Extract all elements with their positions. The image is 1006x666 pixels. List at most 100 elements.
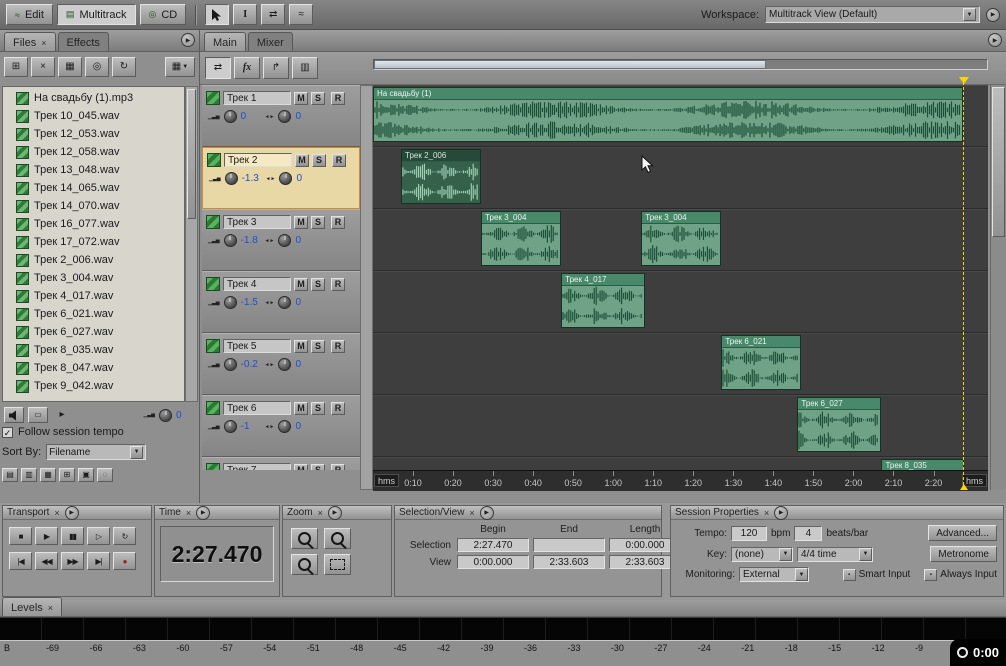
audio-clip[interactable]: На свадьбу (1)	[373, 87, 963, 142]
always-input-toggle[interactable]: ▪	[924, 569, 937, 581]
record-arm-button[interactable]: R	[331, 464, 345, 471]
solo-button[interactable]: S	[311, 340, 325, 353]
close-icon[interactable]: ×	[48, 603, 53, 613]
track-name-field[interactable]: Трек 7	[223, 463, 291, 470]
stop-button[interactable]: ■	[9, 527, 32, 545]
file-list-item[interactable]: На свадьбу (1).mp3	[3, 89, 184, 107]
zoom-in-horizontal-button[interactable]	[291, 528, 318, 549]
solo-button[interactable]: S	[311, 216, 325, 229]
scrollbar-thumb[interactable]	[992, 87, 1005, 237]
follow-tempo-checkbox[interactable]: ✓	[2, 427, 13, 438]
scrollbar-thumb[interactable]	[187, 89, 196, 219]
session-properties-menu-button[interactable]: ▶	[774, 506, 788, 520]
file-list-item[interactable]: Трек 2_006.wav	[3, 251, 184, 269]
smart-input-toggle[interactable]: ▪	[843, 569, 856, 581]
go-to-end-button[interactable]: ▶|	[87, 552, 110, 570]
volume-knob[interactable]	[225, 172, 238, 185]
meters-button[interactable]: ▥	[292, 57, 318, 79]
file-list[interactable]: На свадьбу (1).mp3Трек 10_045.wavТрек 12…	[2, 86, 185, 402]
audio-clip[interactable]: Трек 4_017	[561, 273, 645, 328]
track-name-field[interactable]: Трек 3	[223, 215, 291, 229]
record-arm-button[interactable]: R	[332, 154, 346, 167]
tab-effects[interactable]: Effects	[58, 32, 109, 51]
beats-per-bar-field[interactable]: 4	[794, 526, 822, 541]
show-file-types-button[interactable]: ▤	[2, 468, 18, 482]
track-name-field[interactable]: Трек 5	[223, 339, 291, 353]
record-arm-button[interactable]: R	[331, 278, 345, 291]
close-icon[interactable]: ×	[318, 508, 323, 518]
audio-clip[interactable]: Трек 3_004	[481, 211, 561, 266]
tempo-field[interactable]: 120	[731, 526, 767, 541]
fx-button[interactable]: fx	[234, 57, 260, 79]
solo-button[interactable]: S	[311, 92, 325, 105]
play-button[interactable]: ▶	[35, 527, 58, 545]
pan-knob[interactable]	[278, 234, 291, 247]
volume-knob[interactable]	[224, 296, 237, 309]
edit-file-button[interactable]: ↻	[112, 57, 136, 77]
refresh-list-button[interactable]: ◌	[97, 468, 113, 482]
advanced-button[interactable]: Advanced...	[928, 525, 997, 541]
timeline[interactable]: На свадьбу (1)Трек 2_006Трек 3_004Трек 3…	[373, 85, 988, 470]
workspace-select[interactable]: Multitrack View (Default) ▼	[765, 6, 980, 23]
import-file-button[interactable]: ⊞	[4, 57, 28, 77]
chevron-down-icon[interactable]: ▼	[795, 568, 808, 581]
time-selection-tool-button[interactable]: I	[233, 4, 257, 25]
file-list-item[interactable]: Трек 12_058.wav	[3, 143, 184, 161]
zoom-to-selection-button[interactable]	[324, 554, 351, 575]
multitrack-view-button[interactable]: ▤ Multitrack	[57, 4, 136, 25]
record-arm-button[interactable]: R	[331, 92, 345, 105]
file-list-item[interactable]: Трек 14_070.wav	[3, 197, 184, 215]
chevron-down-icon[interactable]: ▼	[859, 548, 872, 561]
close-icon[interactable]: ×	[186, 508, 191, 518]
pan-knob[interactable]	[279, 172, 292, 185]
routing-button[interactable]: ↱	[263, 57, 289, 79]
close-icon[interactable]: ×	[41, 38, 46, 48]
chevron-down-icon[interactable]: ▼	[963, 8, 976, 21]
record-button[interactable]: ●	[113, 552, 136, 570]
file-list-item[interactable]: Трек 9_042.wav	[3, 377, 184, 395]
monitoring-select[interactable]: External ▼	[739, 567, 809, 582]
record-arm-button[interactable]: R	[331, 340, 345, 353]
track-name-field[interactable]: Трек 4	[223, 277, 291, 291]
audio-clip[interactable]: Трек 3_004	[641, 211, 721, 266]
time-display[interactable]: 2:27.470	[160, 526, 274, 582]
track-header-scroll-strip[interactable]	[360, 85, 373, 490]
timeline-zoom-scrollbar[interactable]	[373, 59, 988, 70]
sort-by-select[interactable]: Filename ▼	[46, 444, 146, 460]
track-name-field[interactable]: Трек 6	[223, 401, 291, 415]
file-list-item[interactable]: Трек 8_035.wav	[3, 341, 184, 359]
close-file-button[interactable]: ×	[31, 57, 55, 77]
hybrid-tool-button[interactable]	[205, 4, 229, 25]
close-icon[interactable]: ×	[764, 508, 769, 518]
file-list-item[interactable]: Трек 12_053.wav	[3, 125, 184, 143]
pan-knob[interactable]	[278, 420, 291, 433]
solo-button[interactable]: S	[311, 402, 325, 415]
selection-end-field[interactable]	[533, 538, 605, 552]
tab-main[interactable]: Main	[204, 32, 246, 51]
record-arm-button[interactable]: R	[331, 216, 345, 229]
audio-clip[interactable]: Трек 6_027	[797, 397, 881, 452]
file-list-item[interactable]: Трек 4_017.wav	[3, 287, 184, 305]
files-panel-menu-button[interactable]: ▶	[181, 33, 195, 47]
selection-view-menu-button[interactable]: ▶	[480, 506, 494, 520]
chevron-down-icon[interactable]: ▼	[779, 548, 792, 561]
play-from-cursor-button[interactable]: ▷	[87, 527, 110, 545]
file-list-item[interactable]: Трек 6_021.wav	[3, 305, 184, 323]
scrub-tool-button[interactable]: ≈	[289, 4, 313, 25]
preview-volume-knob[interactable]	[159, 409, 172, 422]
show-options-button[interactable]: ▦ ▼	[165, 57, 195, 77]
chevron-down-icon[interactable]: ▼	[130, 446, 143, 459]
solo-button[interactable]: S	[311, 278, 325, 291]
file-list-item[interactable]: Трек 6_027.wav	[3, 323, 184, 341]
preview-play-button[interactable]: ▸	[52, 407, 72, 423]
zoom-out-horizontal-button[interactable]	[324, 528, 351, 549]
auto-play-toggle[interactable]: ▭	[28, 407, 48, 423]
track-name-field[interactable]: Трек 2	[224, 153, 292, 167]
show-full-paths-button[interactable]: ▥	[21, 468, 37, 482]
zoom-scrollbar-thumb[interactable]	[374, 60, 766, 69]
view-begin-field[interactable]: 0:00.000	[457, 555, 529, 569]
insert-into-cd-list-button[interactable]: ◎	[85, 57, 109, 77]
mute-button[interactable]: M	[294, 278, 308, 291]
track-name-field[interactable]: Трек 1	[223, 91, 291, 105]
main-panel-menu-button[interactable]: ▶	[988, 33, 1002, 47]
